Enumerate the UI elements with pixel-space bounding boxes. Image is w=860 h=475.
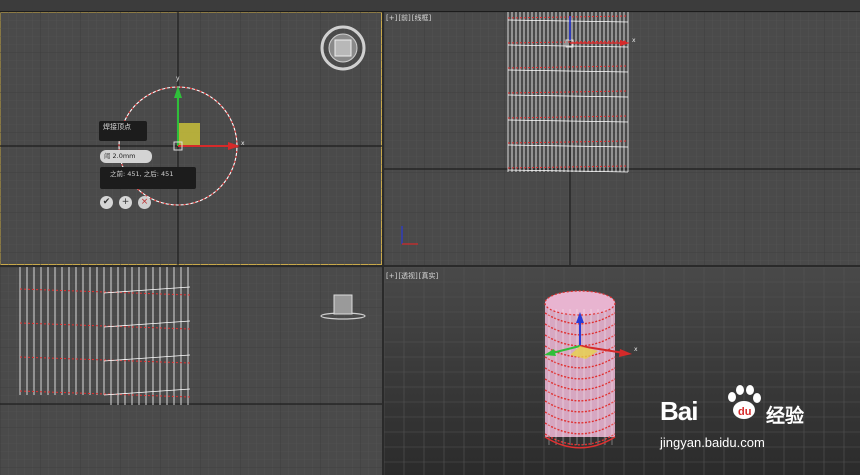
gizmo-y-label: y — [176, 75, 180, 82]
viewport-top-canvas: x y — [0, 12, 382, 265]
watermark-url: jingyan.baidu.com — [660, 435, 765, 450]
check-icon[interactable]: ✔ — [100, 196, 113, 209]
viewport-left[interactable] — [0, 267, 382, 475]
viewport-top[interactable]: x y 焊接顶点 阈 之前: 451, 之后: 451 ✔ + × — [0, 12, 382, 265]
watermark-brand: Bai — [660, 396, 698, 426]
viewport-front-label[interactable]: [+][前][线框] — [386, 13, 432, 23]
grid — [384, 12, 860, 265]
gizmo-x-label: x — [632, 37, 636, 44]
spiral-bottom-rim — [544, 436, 616, 449]
viewport-front[interactable]: x [+][前][线框] — [384, 12, 860, 265]
baidu-watermark: Bai du 经验 jingyan.baidu.com — [654, 380, 824, 460]
close-icon[interactable]: × — [138, 196, 151, 209]
viewport-left-canvas — [0, 267, 382, 475]
vertex-count-info: 之前: 451, 之后: 451 — [100, 167, 196, 189]
threshold-label: 阈 — [104, 152, 111, 160]
baidu-paw-icon: du — [728, 385, 761, 419]
max-viewport-layout: x y 焊接顶点 阈 之前: 451, 之后: 451 ✔ + × x — [0, 0, 860, 475]
viewport-perspective-label[interactable]: [+][透视][真实] — [386, 271, 439, 281]
viewport-menu-view[interactable]: [前] — [398, 14, 410, 22]
viewport-menu-view[interactable]: [透视] — [398, 272, 417, 280]
gizmo-plane-handle[interactable] — [178, 123, 200, 146]
viewport-menu-shading[interactable]: [真实] — [419, 272, 438, 280]
threshold-input[interactable] — [112, 152, 141, 160]
spiral-top-rim — [544, 290, 616, 316]
viewport-menu-plus[interactable]: [+] — [386, 272, 397, 280]
gizmo-x-label: x — [241, 140, 245, 147]
threshold-field[interactable]: 阈 — [100, 150, 152, 163]
plus-icon[interactable]: + — [119, 196, 132, 209]
svg-text:du: du — [738, 406, 751, 418]
caddy-title: 焊接顶点 — [99, 121, 147, 141]
gizmo-x-label: x — [634, 346, 638, 353]
watermark-brand-suffix: 经验 — [766, 405, 805, 427]
viewport-menu-plus[interactable]: [+] — [386, 14, 397, 22]
viewport-front-canvas: x — [384, 12, 860, 265]
grid — [0, 267, 382, 475]
top-toolbar-strip — [0, 0, 860, 12]
viewport-menu-shading[interactable]: [线框] — [412, 14, 431, 22]
gizmo-x-arrow — [619, 349, 632, 357]
